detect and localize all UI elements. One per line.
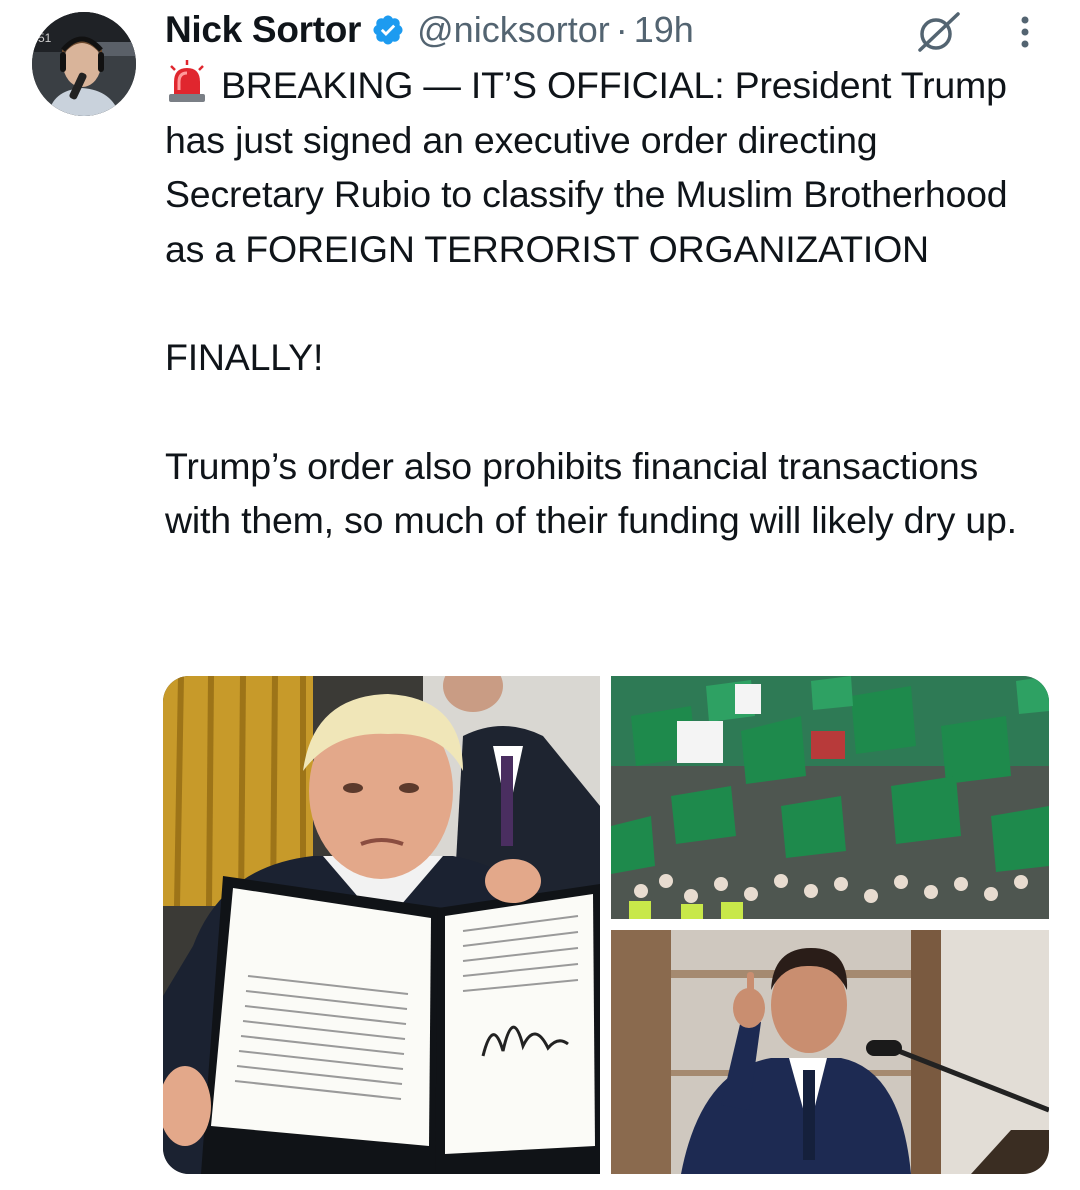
photo-president-holding-signed-order[interactable]	[163, 676, 600, 1174]
tweet-paragraph: Trump’s order also prohibits financial t…	[165, 444, 1017, 542]
photo-speaker-at-podium[interactable]	[611, 930, 1049, 1174]
rotating-light-icon	[169, 60, 205, 102]
photo-crowd-with-green-flags[interactable]	[611, 676, 1049, 919]
avatar-image: 51	[32, 12, 136, 116]
svg-text:51: 51	[38, 31, 52, 45]
grok-icon[interactable]	[914, 10, 964, 54]
media-grid	[163, 676, 1049, 1174]
timestamp[interactable]: 19h	[634, 9, 694, 51]
avatar[interactable]: 51	[32, 12, 136, 116]
tweet-header: Nick Sortor @nicksortor · 19h	[165, 4, 694, 56]
verified-badge-icon	[373, 15, 403, 45]
tweet-paragraph: BREAKING — IT’S OFFICIAL: President Trum…	[165, 58, 1045, 276]
tweet-paragraph-text: BREAKING — IT’S OFFICIAL: President Trum…	[165, 64, 1008, 270]
tweet-text: BREAKING — IT’S OFFICIAL: President Trum…	[165, 58, 1045, 548]
display-name[interactable]: Nick Sortor	[165, 9, 361, 51]
separator-dot: ·	[615, 9, 628, 50]
more-options-icon[interactable]	[1008, 10, 1042, 54]
tweet-paragraph: FINALLY!	[165, 336, 324, 378]
handle[interactable]: @nicksortor	[417, 9, 610, 51]
